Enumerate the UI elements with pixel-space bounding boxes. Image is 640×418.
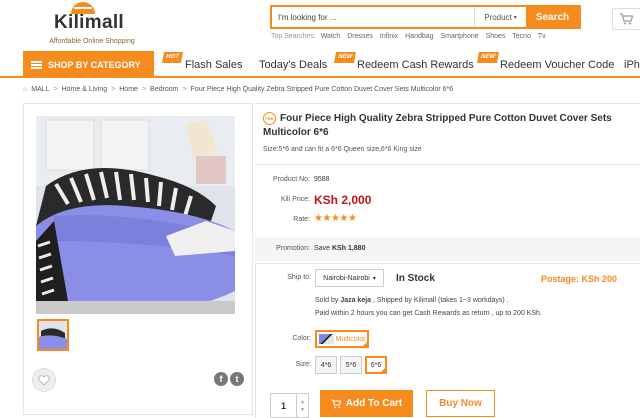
shop-by-category-button[interactable]: SHOP BY CATEGORY — [23, 51, 154, 78]
color-swatch — [318, 334, 334, 344]
add-to-cart-label: Add To Cart — [345, 398, 403, 409]
chevron-up-icon[interactable]: ▲ — [300, 398, 305, 406]
color-label: Color: — [292, 335, 311, 342]
sold-by: Sold by Jaza keja , Shipped by Kilimall … — [315, 297, 509, 304]
product-gallery: f t — [23, 103, 253, 415]
breadcrumb-separator: > — [53, 86, 58, 93]
seller-link[interactable]: Jaza keja — [340, 297, 371, 304]
rating-stars: ★★★★★ — [314, 213, 357, 224]
top-search-link[interactable]: Shoes — [486, 33, 506, 40]
price-section: Product No: 9588 Kili Price: Rate: ★★★★★ — [255, 167, 640, 235]
cash-rewards-note: Paid within 2 hours you can get Cash Rew… — [315, 310, 542, 317]
search-input[interactable] — [272, 7, 474, 27]
top-search-link[interactable]: Handbag — [405, 33, 433, 40]
nav-todays-deals[interactable]: Today's Deals — [259, 51, 327, 78]
site-header: Kilimall Affordable Online Shopping Prod… — [0, 0, 640, 50]
breadcrumb: ⌂ MALL > Home & Living > Home > Bedroom … — [23, 86, 453, 93]
rate-label: Rate: — [293, 216, 310, 223]
cart-icon — [331, 398, 341, 408]
size-option-5x6[interactable]: 5*6 — [340, 356, 362, 374]
product-thumbnail[interactable] — [37, 319, 69, 351]
star-icon: ★ — [339, 213, 348, 224]
product-no-value: 9588 — [314, 176, 330, 183]
top-searches: Top Searches: Watch Dresses Infinix Hand… — [271, 33, 551, 40]
product-subtitle: Size:5*6 and can fit a 6*6 Queen size,6*… — [263, 146, 422, 153]
size-option-6x6[interactable]: 6*6 — [365, 356, 387, 374]
nav-flash-sales[interactable]: Flash Sales — [185, 51, 242, 78]
new-badge: NEW — [477, 52, 499, 63]
color-option-multicolor[interactable]: Multicolor — [315, 330, 369, 348]
kili-price: KSh 2,000 — [314, 193, 372, 207]
nav-redeem-voucher-code[interactable]: Redeem Voucher Code — [500, 51, 614, 78]
top-search-link[interactable]: Infinix — [380, 33, 398, 40]
ship-to-value: Nairobi-Nairobi — [323, 274, 370, 282]
search-button[interactable]: Search — [526, 7, 579, 27]
menu-icon — [31, 60, 42, 69]
product-no-label: Product No: — [273, 176, 310, 183]
price-label: Kili Price: — [280, 196, 310, 203]
nav-iphone[interactable]: iPh — [624, 51, 640, 78]
top-search-link[interactable]: Smartphone — [441, 33, 479, 40]
logo-tagline: Affordable Online Shopping — [49, 38, 135, 45]
like-button[interactable] — [32, 368, 56, 392]
chevron-down-icon[interactable]: ▼ — [300, 406, 305, 414]
breadcrumb-link[interactable]: Home — [119, 86, 138, 93]
quantity-arrows[interactable]: ▲ ▼ — [296, 394, 308, 417]
product-title-section: FBK Four Piece High Quality Zebra Stripp… — [255, 103, 640, 165]
chevron-down-icon: ▾ — [513, 14, 517, 21]
star-icon: ★ — [322, 213, 331, 224]
breadcrumb-current: Four Piece High Quality Zebra Stripped P… — [190, 86, 454, 93]
logo-text: Kilimall — [54, 12, 124, 33]
postage: Postage: KSh 200 — [541, 274, 618, 284]
breadcrumb-separator: > — [111, 86, 116, 93]
product-title: Four Piece High Quality Zebra Stripped P… — [263, 113, 612, 138]
search-category-label: Product — [484, 12, 512, 22]
buy-now-button[interactable]: Buy Now — [426, 390, 495, 417]
top-search-link[interactable]: Tecno — [512, 33, 531, 40]
chevron-down-icon: ▾ — [372, 275, 376, 282]
add-to-cart-button[interactable]: Add To Cart — [320, 390, 413, 417]
kilimall-logo[interactable]: Kilimall Affordable Online Shopping — [44, 2, 140, 46]
top-search-link[interactable]: Tv — [538, 33, 546, 40]
size-option-4x6[interactable]: 4*6 — [315, 356, 337, 374]
color-option-label: Multicolor — [335, 335, 366, 343]
star-icon: ★ — [347, 213, 357, 224]
main-nav: SHOP BY CATEGORY HOT Flash Sales Today's… — [0, 51, 640, 78]
new-badge: NEW — [334, 52, 356, 63]
facebook-share-icon[interactable]: f — [214, 372, 228, 386]
sold-by-suffix: , Shipped by Kilimall (takes 1~3 workday… — [373, 297, 509, 304]
heart-icon — [38, 374, 50, 386]
promotion-value: KSh 1,880 — [332, 245, 366, 252]
product-main-image[interactable] — [36, 116, 235, 314]
twitter-share-icon[interactable]: t — [230, 372, 244, 386]
shop-by-category-label: SHOP BY CATEGORY — [48, 59, 141, 70]
top-search-link[interactable]: Watch — [321, 33, 341, 40]
product-info: FBK Four Piece High Quality Zebra Stripp… — [255, 103, 640, 418]
breadcrumb-separator: > — [141, 86, 147, 93]
cart-icon — [620, 13, 633, 25]
ship-to-label: Ship to: — [287, 274, 311, 281]
home-icon: ⌂ — [23, 86, 28, 93]
promotion-label: Promotion: — [276, 245, 310, 252]
size-label: Size: — [295, 361, 311, 368]
top-search-link[interactable]: Dresses — [347, 33, 373, 40]
sold-by-prefix: Sold by — [315, 297, 339, 304]
breadcrumb-link[interactable]: MALL — [31, 86, 49, 93]
breadcrumb-separator: > — [182, 86, 187, 93]
hot-badge: HOT — [162, 52, 183, 63]
cart-button[interactable] — [612, 8, 640, 30]
search-category-select[interactable]: Product ▾ — [474, 7, 526, 27]
ship-to-select[interactable]: Nairobi-Nairobi ▾ — [315, 269, 384, 287]
quantity-value[interactable]: 1 — [271, 394, 296, 417]
breadcrumb-link[interactable]: Bedroom — [150, 86, 178, 93]
quantity-stepper[interactable]: 1 ▲ ▼ — [270, 393, 309, 418]
nav-redeem-cash-rewards[interactable]: Redeem Cash Rewards — [357, 51, 474, 78]
search-bar: Product ▾ Search — [270, 5, 581, 29]
promotion-prefix: Save — [314, 245, 330, 252]
top-searches-label: Top Searches: — [271, 33, 316, 40]
promotion-row: Promotion: Save KSh 1,880 — [255, 237, 640, 261]
breadcrumb-link[interactable]: Home & Living — [62, 86, 108, 93]
stock-status: In Stock — [396, 273, 435, 284]
